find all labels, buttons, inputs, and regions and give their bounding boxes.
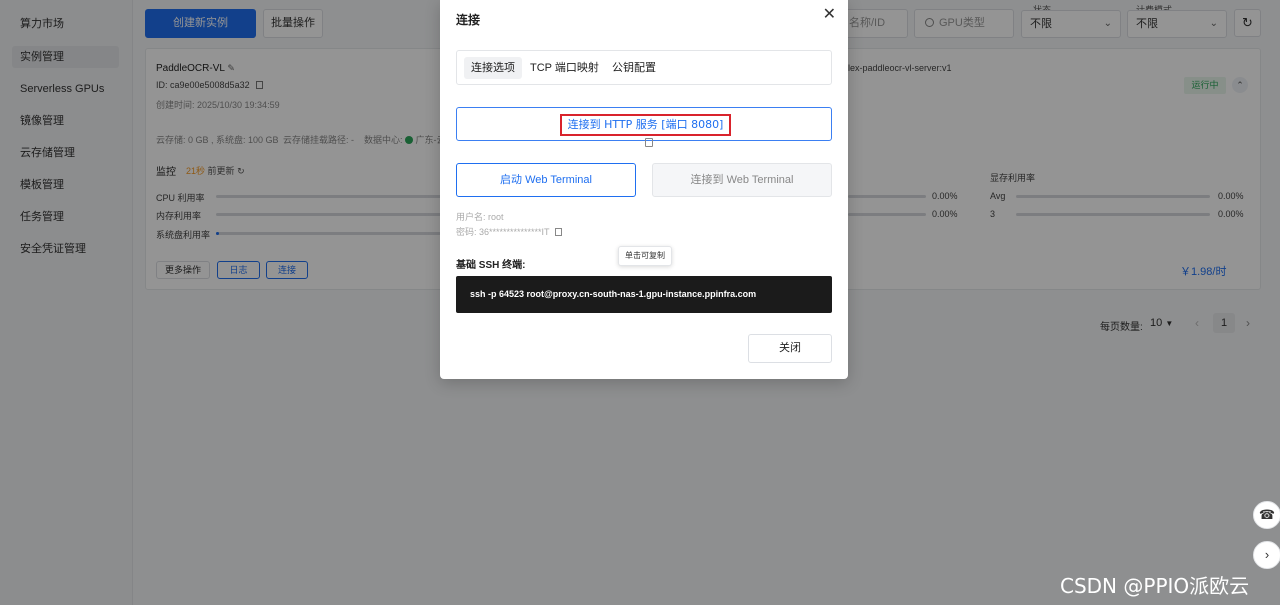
copy-icon[interactable] <box>644 138 653 147</box>
support-icon[interactable]: ☎ <box>1253 501 1280 529</box>
connect-http-button[interactable]: 连接到 HTTP 服务 [端口 8080] <box>456 107 832 147</box>
tab-tcp-port-mapping[interactable]: TCP 端口映射 <box>523 57 606 79</box>
close-icon[interactable]: ✕ <box>823 4 836 24</box>
password-text: 密码: 36***************IT <box>456 225 562 238</box>
ssh-terminal-label: 基础 SSH 终端: <box>456 260 526 271</box>
connect-tabs: 连接选项 TCP 端口映射 公钥配置 <box>456 50 832 85</box>
username-text: 用户名: root <box>456 212 504 222</box>
chevron-right-icon[interactable]: › <box>1253 541 1280 569</box>
copy-icon[interactable] <box>554 228 562 236</box>
connect-modal: 连接 ✕ 连接选项 TCP 端口映射 公钥配置 连接到 HTTP 服务 [端口 … <box>440 0 848 379</box>
connect-http-label[interactable]: 连接到 HTTP 服务 [端口 8080] <box>560 114 731 147</box>
start-web-terminal-button[interactable]: 启动 Web Terminal <box>456 163 636 197</box>
tab-public-key[interactable]: 公钥配置 <box>605 57 663 79</box>
connect-web-terminal-button[interactable]: 连接到 Web Terminal <box>652 163 832 197</box>
copy-tooltip: 单击可复制 <box>618 246 672 266</box>
close-button[interactable]: 关闭 <box>748 334 832 363</box>
ssh-command-box[interactable]: ssh -p 64523 root@proxy.cn-south-nas-1.g… <box>456 276 832 313</box>
watermark: CSDN @PPIO派欧云 <box>1060 574 1250 598</box>
modal-title: 连接 <box>456 13 481 27</box>
tab-connect-options[interactable]: 连接选项 <box>464 57 522 79</box>
